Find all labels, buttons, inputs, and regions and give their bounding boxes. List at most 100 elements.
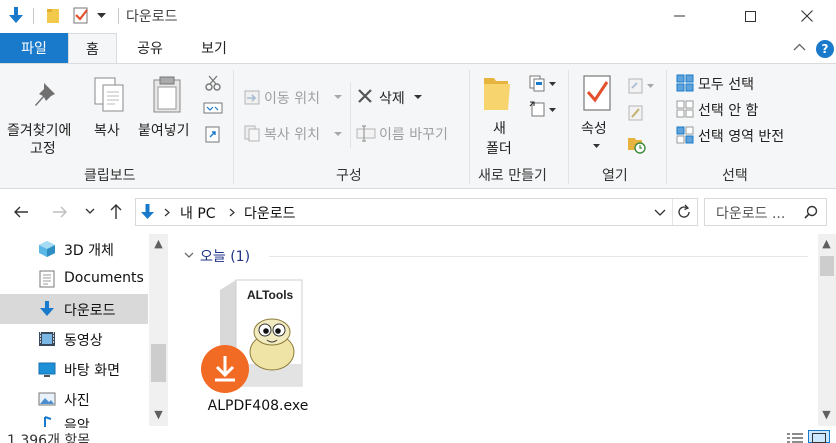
select-all-icon[interactable] xyxy=(676,74,694,92)
chevron-down-icon[interactable] xyxy=(414,95,422,100)
chevron-down-icon[interactable] xyxy=(334,95,342,100)
copy-to-icon[interactable] xyxy=(243,124,261,142)
invert-selection-icon[interactable] xyxy=(676,126,694,144)
new-item-icon[interactable] xyxy=(528,74,548,92)
chevron-down-icon[interactable] xyxy=(593,144,600,149)
content-scrollbar[interactable]: ▲ ▼ xyxy=(818,234,836,426)
copy-to-label[interactable]: 복사 위치 xyxy=(264,124,320,144)
properties-check-icon[interactable] xyxy=(72,6,90,25)
delete-label[interactable]: 삭제 xyxy=(379,88,405,108)
download-arrow-icon[interactable] xyxy=(7,6,25,26)
chevron-up-icon[interactable] xyxy=(793,43,806,51)
paste-label[interactable]: 붙여넣기 xyxy=(138,120,190,140)
minimize-button[interactable] xyxy=(656,0,702,32)
chevron-down-icon[interactable] xyxy=(654,209,666,216)
edit-icon[interactable] xyxy=(627,104,645,122)
nav-item-pictures[interactable]: 사진 xyxy=(0,384,148,414)
navigation-pane: 3D 개체 Documents 다운로드 동영상 바탕 화면 사진 음악 xyxy=(0,232,170,428)
rename-icon[interactable] xyxy=(356,124,376,142)
copy-icon[interactable] xyxy=(93,76,127,114)
pin-icon[interactable] xyxy=(30,80,60,110)
group-label-open: 열기 xyxy=(602,168,628,184)
move-to-label[interactable]: 이동 위치 xyxy=(264,88,320,108)
easy-access-icon[interactable] xyxy=(528,100,548,118)
paste-icon[interactable] xyxy=(152,75,184,115)
collapse-group-chevron-icon[interactable] xyxy=(184,252,194,259)
divider xyxy=(118,8,119,24)
tab-home[interactable]: 홈 xyxy=(68,33,117,64)
open-icon[interactable] xyxy=(627,77,645,95)
file-list: 오늘 (1) ALTools ALPDF408.exe xyxy=(170,232,818,428)
maximize-icon xyxy=(744,10,756,22)
select-none-icon[interactable] xyxy=(676,100,694,118)
history-icon[interactable] xyxy=(627,134,647,154)
breadcrumb-downloads[interactable]: 다운로드 xyxy=(244,203,296,223)
invert-selection-label[interactable]: 선택 영역 반전 xyxy=(698,126,784,146)
chevron-down-icon[interactable] xyxy=(647,84,654,89)
nav-item-music[interactable]: 음악 xyxy=(0,414,148,428)
copy-label[interactable]: 복사 xyxy=(94,120,120,140)
group-divider xyxy=(469,70,470,184)
chevron-down-icon[interactable] xyxy=(549,82,556,87)
recent-locations-chevron-icon[interactable] xyxy=(85,208,95,215)
search-icon[interactable] xyxy=(804,205,818,219)
properties-label[interactable]: 속성 xyxy=(581,118,607,138)
close-button[interactable] xyxy=(784,0,830,32)
select-none-label[interactable]: 선택 안 함 xyxy=(698,100,758,120)
nav-item-3d-objects[interactable]: 3D 개체 xyxy=(0,234,148,264)
chevron-right-icon[interactable] xyxy=(164,208,170,217)
new-folder-label[interactable]: 새 xyxy=(493,118,506,138)
search-input[interactable]: 다운로드 ... xyxy=(716,203,785,223)
3d-objects-icon xyxy=(39,241,55,257)
paste-shortcut-icon[interactable] xyxy=(205,125,221,143)
close-icon xyxy=(801,10,813,22)
rename-label[interactable]: 이름 바꾸기 xyxy=(379,124,448,144)
forward-arrow-icon[interactable] xyxy=(52,205,68,219)
pin-label[interactable]: 즐겨찾기에 xyxy=(7,120,71,140)
breadcrumb-this-pc[interactable]: 내 PC xyxy=(180,203,216,223)
scroll-thumb[interactable] xyxy=(151,344,166,382)
tab-file[interactable]: 파일 xyxy=(0,33,68,63)
tab-view[interactable]: 보기 xyxy=(186,33,242,63)
scroll-up-arrow-icon[interactable]: ▲ xyxy=(818,237,835,250)
new-folder-icon[interactable] xyxy=(482,74,514,112)
refresh-icon[interactable] xyxy=(676,204,692,220)
move-to-icon[interactable] xyxy=(243,88,261,106)
address-bar[interactable]: 내 PC 다운로드 xyxy=(135,198,698,226)
nav-item-documents[interactable]: Documents xyxy=(0,264,148,294)
nav-item-downloads[interactable]: 다운로드 xyxy=(0,294,148,324)
nav-scrollbar[interactable]: ▲ ▼ xyxy=(149,234,168,426)
pictures-icon xyxy=(38,392,56,406)
scroll-up-arrow-icon[interactable]: ▲ xyxy=(150,237,167,250)
up-arrow-icon[interactable] xyxy=(109,203,123,220)
window-title: 다운로드 xyxy=(126,9,178,25)
new-folder-label-2[interactable]: 폴더 xyxy=(486,138,512,158)
chevron-down-icon[interactable] xyxy=(549,108,556,113)
cut-icon[interactable] xyxy=(205,75,221,91)
details-view-icon[interactable] xyxy=(786,432,804,443)
search-box[interactable]: 다운로드 ... xyxy=(704,198,827,226)
scroll-down-arrow-icon[interactable]: ▼ xyxy=(150,408,167,421)
large-icons-view-button[interactable] xyxy=(808,430,830,443)
back-arrow-icon[interactable] xyxy=(13,205,29,219)
file-name: ALPDF408.exe xyxy=(207,398,309,414)
downloads-icon xyxy=(40,301,54,316)
group-header[interactable]: 오늘 (1) xyxy=(200,246,250,266)
tab-share[interactable]: 공유 xyxy=(124,33,176,63)
folder-icon[interactable] xyxy=(46,7,60,24)
select-all-label[interactable]: 모두 선택 xyxy=(698,74,754,94)
nav-item-videos[interactable]: 동영상 xyxy=(0,324,148,354)
help-icon[interactable]: ? xyxy=(816,40,834,58)
copy-path-icon[interactable] xyxy=(203,101,223,115)
delete-icon[interactable] xyxy=(357,88,373,104)
scroll-thumb[interactable] xyxy=(820,256,834,276)
dropdown-icon[interactable] xyxy=(97,13,106,19)
scroll-down-arrow-icon[interactable]: ▼ xyxy=(818,408,835,421)
chevron-right-icon[interactable] xyxy=(229,208,235,217)
maximize-button[interactable] xyxy=(727,0,773,32)
pin-label-2[interactable]: 고정 xyxy=(30,138,56,158)
properties-icon[interactable] xyxy=(582,74,612,112)
nav-item-desktop[interactable]: 바탕 화면 xyxy=(0,354,148,384)
file-item[interactable]: ALTools ALPDF408.exe xyxy=(200,274,316,424)
chevron-down-icon[interactable] xyxy=(334,132,342,137)
